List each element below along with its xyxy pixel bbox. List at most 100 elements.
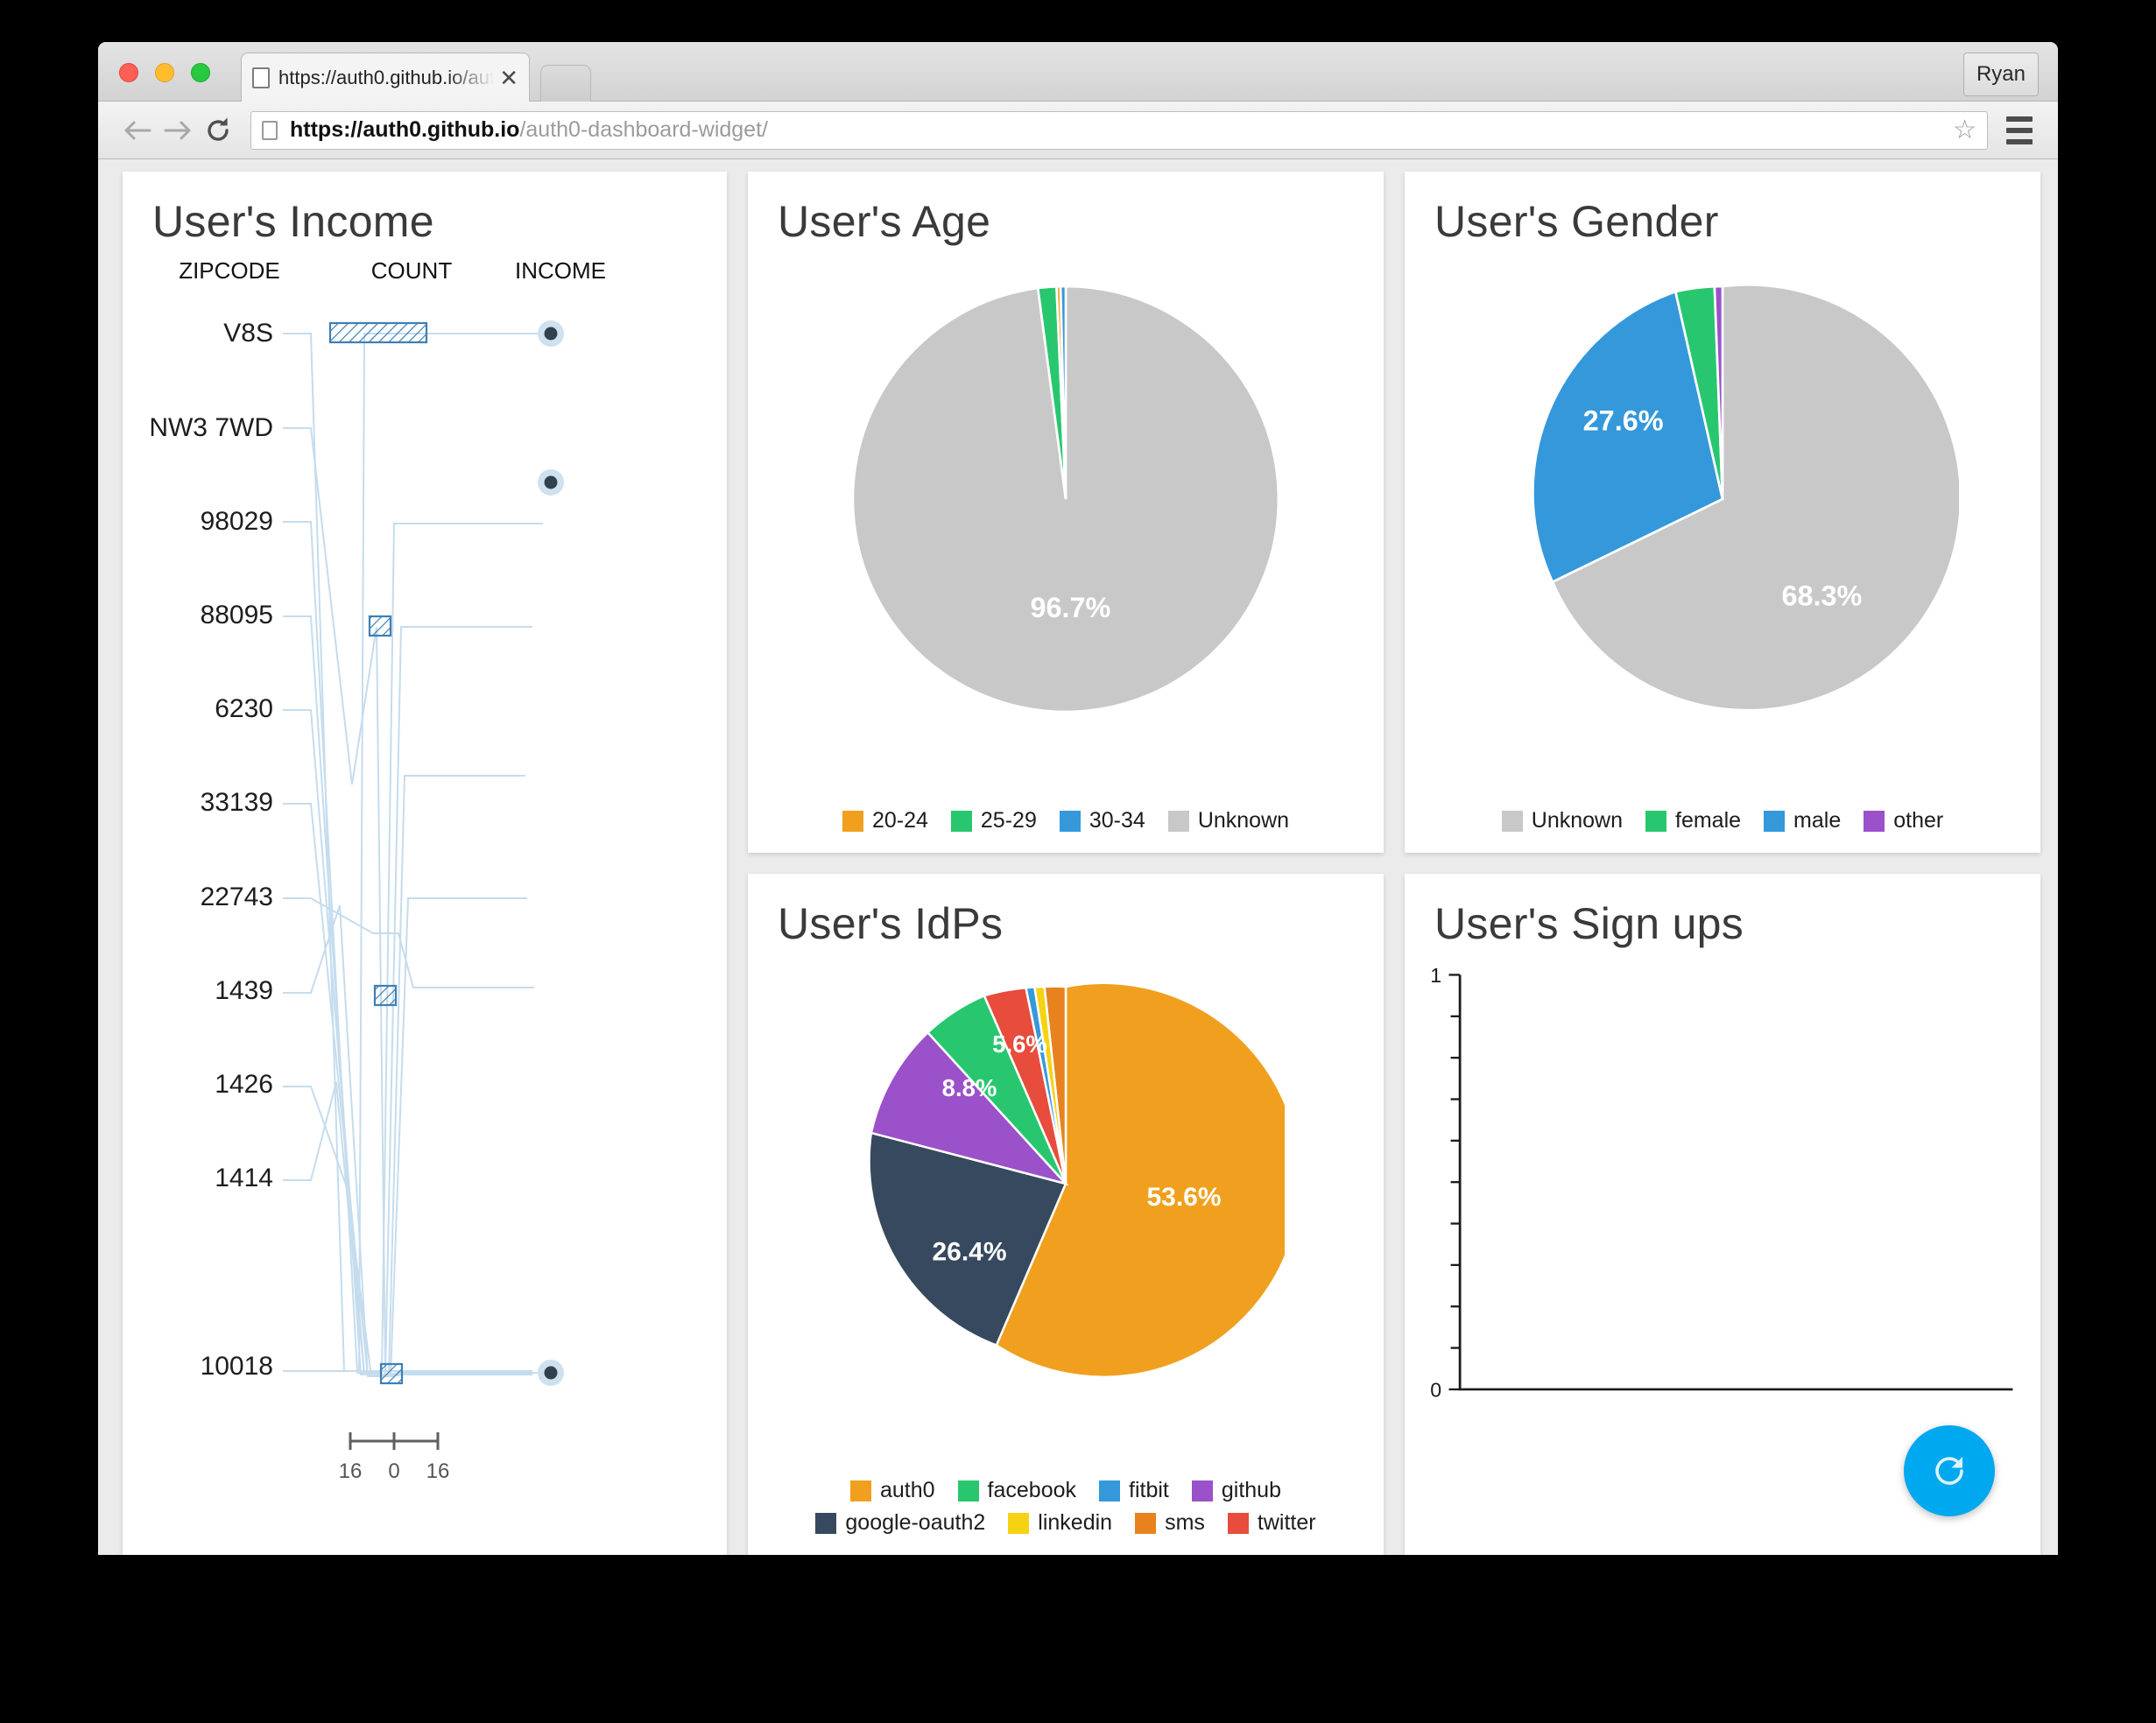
legend-item-sms[interactable]: sms (1135, 1510, 1205, 1536)
legend-item-unknown[interactable]: Unknown (1168, 808, 1289, 833)
brush-handle[interactable] (330, 323, 426, 342)
count-axis-brushes (330, 323, 426, 1383)
axis-label-count: COUNT (371, 257, 453, 284)
svg-text:88095: 88095 (201, 601, 273, 629)
legend-label: twitter (1258, 1510, 1316, 1536)
brush-handle[interactable] (381, 1364, 402, 1383)
legend-item-30-34[interactable]: 30-34 (1060, 808, 1145, 833)
legend-item-twitter[interactable]: twitter (1228, 1510, 1316, 1536)
pie-label-github: 8.8% (942, 1074, 997, 1101)
card-users-income: User's Income ZIPCODE COUNT INCOME V8S N… (123, 172, 727, 1555)
brush-handle[interactable] (370, 616, 391, 636)
url-domain: https://auth0.github.io (290, 117, 519, 142)
brush-handle[interactable] (375, 986, 396, 1005)
card-users-gender: User's Gender 27.6% (1405, 172, 2040, 853)
income-parallel-coordinates-chart[interactable]: ZIPCODE COUNT INCOME V8S NW3 7WD 98029 8… (123, 172, 727, 1537)
card-users-idps: User's IdPs (748, 874, 1384, 1555)
forward-arrow-icon[interactable] (158, 110, 198, 151)
minimize-window-button[interactable] (155, 63, 174, 82)
refresh-button[interactable] (1904, 1425, 1995, 1516)
svg-text:0: 0 (388, 1459, 399, 1483)
legend-item-female[interactable]: female (1645, 808, 1741, 833)
url-text: https://auth0.github.io/auth0-dashboard-… (290, 117, 768, 143)
legend-label: auth0 (880, 1478, 935, 1503)
idps-legend: auth0 facebook fitbit (748, 1478, 1384, 1555)
profile-button[interactable]: Ryan (1963, 53, 2039, 96)
legend-item-auth0[interactable]: auth0 (850, 1478, 935, 1503)
url-path: /auth0-dashboard-widget/ (519, 117, 768, 142)
svg-text:10018: 10018 (201, 1352, 273, 1381)
legend-swatch-icon (1502, 811, 1523, 832)
pie-label-google-oauth2: 26.4% (932, 1238, 1006, 1267)
legend-swatch-icon (1645, 811, 1666, 832)
pie-label-unknown: 68.3% (1781, 580, 1862, 612)
legend-label: facebook (988, 1478, 1076, 1503)
profile-name: Ryan (1976, 62, 2026, 87)
svg-text:16: 16 (339, 1459, 363, 1483)
legend-swatch-icon (842, 811, 863, 832)
y-axis-ticks (1449, 974, 1461, 1389)
page-viewport: User's Income ZIPCODE COUNT INCOME V8S N… (98, 159, 2058, 1555)
svg-text:1426: 1426 (215, 1070, 273, 1099)
legend-swatch-icon (815, 1513, 836, 1534)
legend-swatch-icon (1060, 811, 1081, 832)
age-legend: 20-24 25-29 30-34 (748, 808, 1384, 853)
legend-item-male[interactable]: male (1764, 808, 1841, 833)
chart-axes (1460, 974, 2012, 1389)
card-title-idps: User's IdPs (748, 874, 1384, 949)
address-bar[interactable]: https://auth0.github.io/auth0-dashboard-… (250, 111, 1988, 150)
page-favicon-icon (252, 67, 270, 88)
legend-swatch-icon (1135, 1513, 1156, 1534)
pie-label-facebook: 5.6% (992, 1030, 1047, 1058)
legend-item-google-oauth2[interactable]: google-oauth2 (815, 1510, 985, 1536)
y-tick-label-top: 1 (1430, 964, 1441, 987)
card-title-age: User's Age (748, 172, 1384, 247)
hamburger-menu-icon[interactable] (2000, 116, 2039, 144)
legend-item-unknown[interactable]: Unknown (1502, 808, 1623, 833)
age-pie-body: 96.7% (748, 247, 1384, 808)
bookmark-star-icon[interactable]: ☆ (1953, 117, 1976, 144)
income-point[interactable] (538, 469, 564, 496)
y-tick-label-bottom: 0 (1430, 1378, 1441, 1401)
legend-item-linkedin[interactable]: linkedin (1008, 1510, 1112, 1536)
card-users-age: User's Age 96.7% (748, 172, 1384, 853)
svg-text:16: 16 (426, 1459, 450, 1483)
axis-label-zipcode: ZIPCODE (179, 257, 280, 284)
new-tab-button[interactable] (540, 65, 591, 102)
legend-item-20-24[interactable]: 20-24 (842, 808, 928, 833)
legend-swatch-icon (1864, 811, 1885, 832)
gender-legend: Unknown female male (1405, 808, 2040, 853)
svg-text:33139: 33139 (201, 788, 273, 817)
card-users-signups: User's Sign ups 1 0 (1405, 874, 2040, 1555)
gender-pie-body: 27.6% 68.3% (1405, 247, 2040, 808)
browser-toolbar: https://auth0.github.io/auth0-dashboard-… (98, 102, 2058, 159)
legend-label: Unknown (1532, 808, 1623, 833)
close-tab-icon[interactable]: ✕ (499, 67, 518, 89)
legend-item-facebook[interactable]: facebook (958, 1478, 1076, 1503)
reload-icon[interactable] (198, 110, 238, 151)
legend-item-github[interactable]: github (1192, 1478, 1281, 1503)
legend-item-25-29[interactable]: 25-29 (951, 808, 1037, 833)
idps-pie-body: 53.6% 26.4% 8.8% 5.6% (748, 949, 1384, 1478)
idps-pie-chart[interactable]: 53.6% 26.4% 8.8% 5.6% (847, 965, 1285, 1403)
legend-item-other[interactable]: other (1864, 808, 1943, 833)
svg-text:NW3 7WD: NW3 7WD (149, 413, 273, 442)
maximize-window-button[interactable] (191, 63, 210, 82)
legend-swatch-icon (1168, 811, 1189, 832)
legend-label: 20-24 (872, 808, 928, 833)
legend-swatch-icon (850, 1480, 871, 1501)
axis-label-income: INCOME (515, 257, 606, 284)
signups-line-chart[interactable]: 1 0 (1405, 949, 2040, 1446)
legend-label: sms (1165, 1510, 1205, 1536)
gender-pie-chart[interactable]: 27.6% 68.3% (1486, 263, 1959, 735)
income-point[interactable] (538, 320, 564, 347)
income-point[interactable] (538, 1360, 564, 1386)
legend-item-fitbit[interactable]: fitbit (1099, 1478, 1169, 1503)
browser-tab[interactable]: https://auth0.github.io/auth ✕ (241, 53, 530, 102)
legend-swatch-icon (1099, 1480, 1120, 1501)
close-window-button[interactable] (119, 63, 138, 82)
browser-tab-strip: https://auth0.github.io/auth ✕ Ryan (98, 42, 2058, 102)
back-arrow-icon[interactable] (117, 110, 158, 151)
age-pie-chart[interactable]: 96.7% (829, 263, 1302, 735)
refresh-icon (1927, 1448, 1972, 1494)
